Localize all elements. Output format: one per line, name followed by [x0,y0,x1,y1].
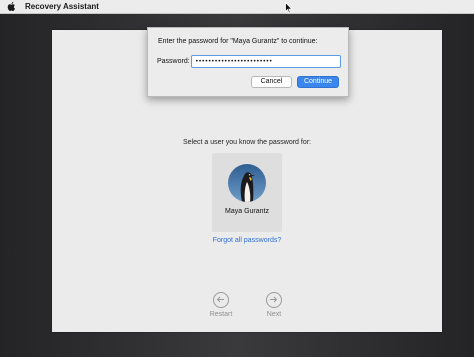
cancel-button[interactable]: Cancel [251,76,292,88]
forgot-passwords-link[interactable]: Forgot all passwords? [52,237,442,244]
continue-button[interactable]: Continue [297,76,339,88]
restart-arrow-icon [216,296,224,303]
user-card[interactable]: Maya Gurantz [212,153,282,232]
password-prompt: Enter the password for "Maya Gurantz" to… [158,38,318,45]
restart-button[interactable]: Restart [201,292,241,322]
mouse-cursor-icon [285,2,293,14]
next-arrow-icon [270,296,278,303]
password-label: Password: [157,58,190,65]
penguin-avatar-image [228,164,266,202]
next-button[interactable]: Next [254,292,294,322]
user-name: Maya Gurantz [225,208,269,215]
menu-bar: Recovery Assistant [0,0,474,14]
app-title[interactable]: Recovery Assistant [25,1,99,12]
select-user-label: Select a user you know the password for: [182,139,311,146]
user-avatar [228,164,266,202]
password-field[interactable]: •••••••••••••••••••••••• [191,55,341,68]
password-dialog: Enter the password for "Maya Gurantz" to… [147,27,349,97]
apple-icon[interactable] [7,1,16,12]
next-label: Next [266,311,282,318]
restart-label: Restart [209,311,233,318]
